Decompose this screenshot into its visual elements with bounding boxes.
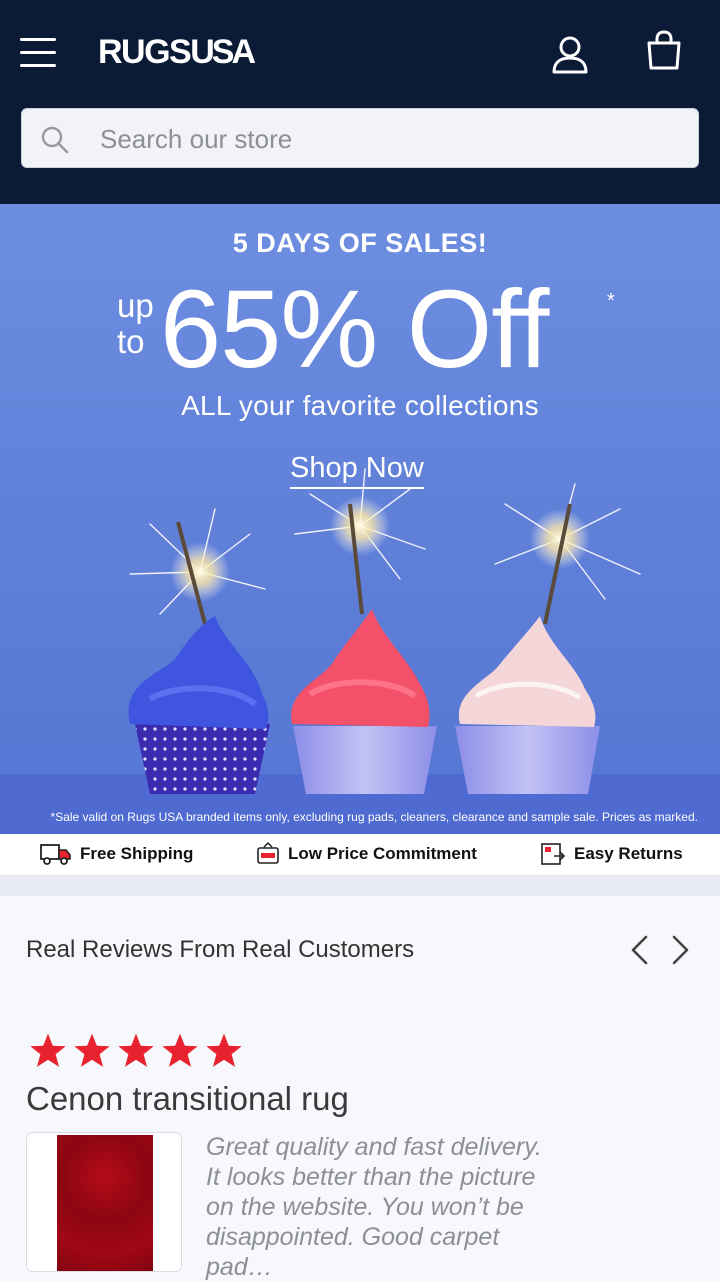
star-rating [28, 1032, 244, 1070]
search-icon[interactable] [40, 125, 70, 155]
hamburger-icon-bar [20, 51, 56, 54]
benefit-label: Free Shipping [80, 844, 194, 863]
chevron-right-icon [672, 935, 689, 965]
benefit-label: Low Price Commitment [288, 844, 477, 863]
hero-subhead: ALL your favorite collections [181, 390, 539, 421]
sale-tag-icon [257, 842, 279, 864]
user-icon [552, 36, 588, 74]
site-logo[interactable]: RUGSUSA [98, 33, 256, 72]
shop-now-link[interactable]: Shop Now [290, 452, 424, 489]
site-header: RUGSUSA [0, 0, 720, 204]
review-product-name[interactable]: Cenon transitional rug [26, 1080, 349, 1118]
reviews-next-button[interactable] [668, 934, 694, 966]
reviews-title: Real Reviews From Real Customers [26, 936, 415, 963]
benefit-label: Easy Returns [574, 844, 683, 863]
section-divider [0, 876, 720, 896]
star-icon [162, 1033, 198, 1067]
returns-box-icon [541, 843, 566, 865]
chevron-left-icon [631, 935, 648, 965]
review-product-image[interactable] [26, 1132, 182, 1272]
reviews-section: Real Reviews From Real Customers Cenon t… [0, 896, 720, 1281]
search-bar[interactable] [21, 108, 699, 168]
star-icon [118, 1033, 154, 1067]
hero-upto: up to [117, 288, 154, 360]
truck-icon [40, 844, 71, 865]
star-icon [74, 1033, 110, 1067]
search-input[interactable] [100, 117, 680, 161]
hamburger-icon [20, 38, 56, 41]
benefit-free-shipping[interactable]: Free Shipping [40, 842, 193, 866]
review-text: Great quality and fast delivery. It look… [206, 1133, 542, 1281]
cart-button[interactable] [644, 30, 684, 72]
hero-to: to [117, 323, 145, 360]
hero-banner[interactable]: 5 DAYS OF SALES! up to 65% Off * ALL your… [0, 204, 720, 834]
reviews-prev-button[interactable] [626, 934, 652, 966]
benefit-low-price[interactable]: Low Price Commitment [256, 842, 477, 866]
hero-disclaimer: *Sale valid on Rugs USA branded items on… [50, 810, 698, 824]
logo-text-usa: USA [190, 33, 256, 71]
hero-headline: 65% Off [160, 268, 549, 391]
hero-asterisk: * [607, 290, 615, 312]
menu-button[interactable] [20, 38, 56, 70]
hamburger-icon-bar [20, 64, 56, 67]
star-icon [30, 1033, 66, 1067]
hero-kicker: 5 DAYS OF SALES! [232, 228, 488, 258]
shopping-bag-icon [647, 30, 681, 70]
logo-text-rugs: RUGS [98, 33, 192, 71]
rug-image [57, 1135, 153, 1271]
star-icon [206, 1033, 242, 1067]
account-button[interactable] [550, 34, 590, 74]
benefits-bar: Free Shipping Low Price Commitment Easy … [0, 834, 720, 876]
hero-up: up [117, 287, 154, 324]
benefit-easy-returns[interactable]: Easy Returns [540, 842, 683, 866]
